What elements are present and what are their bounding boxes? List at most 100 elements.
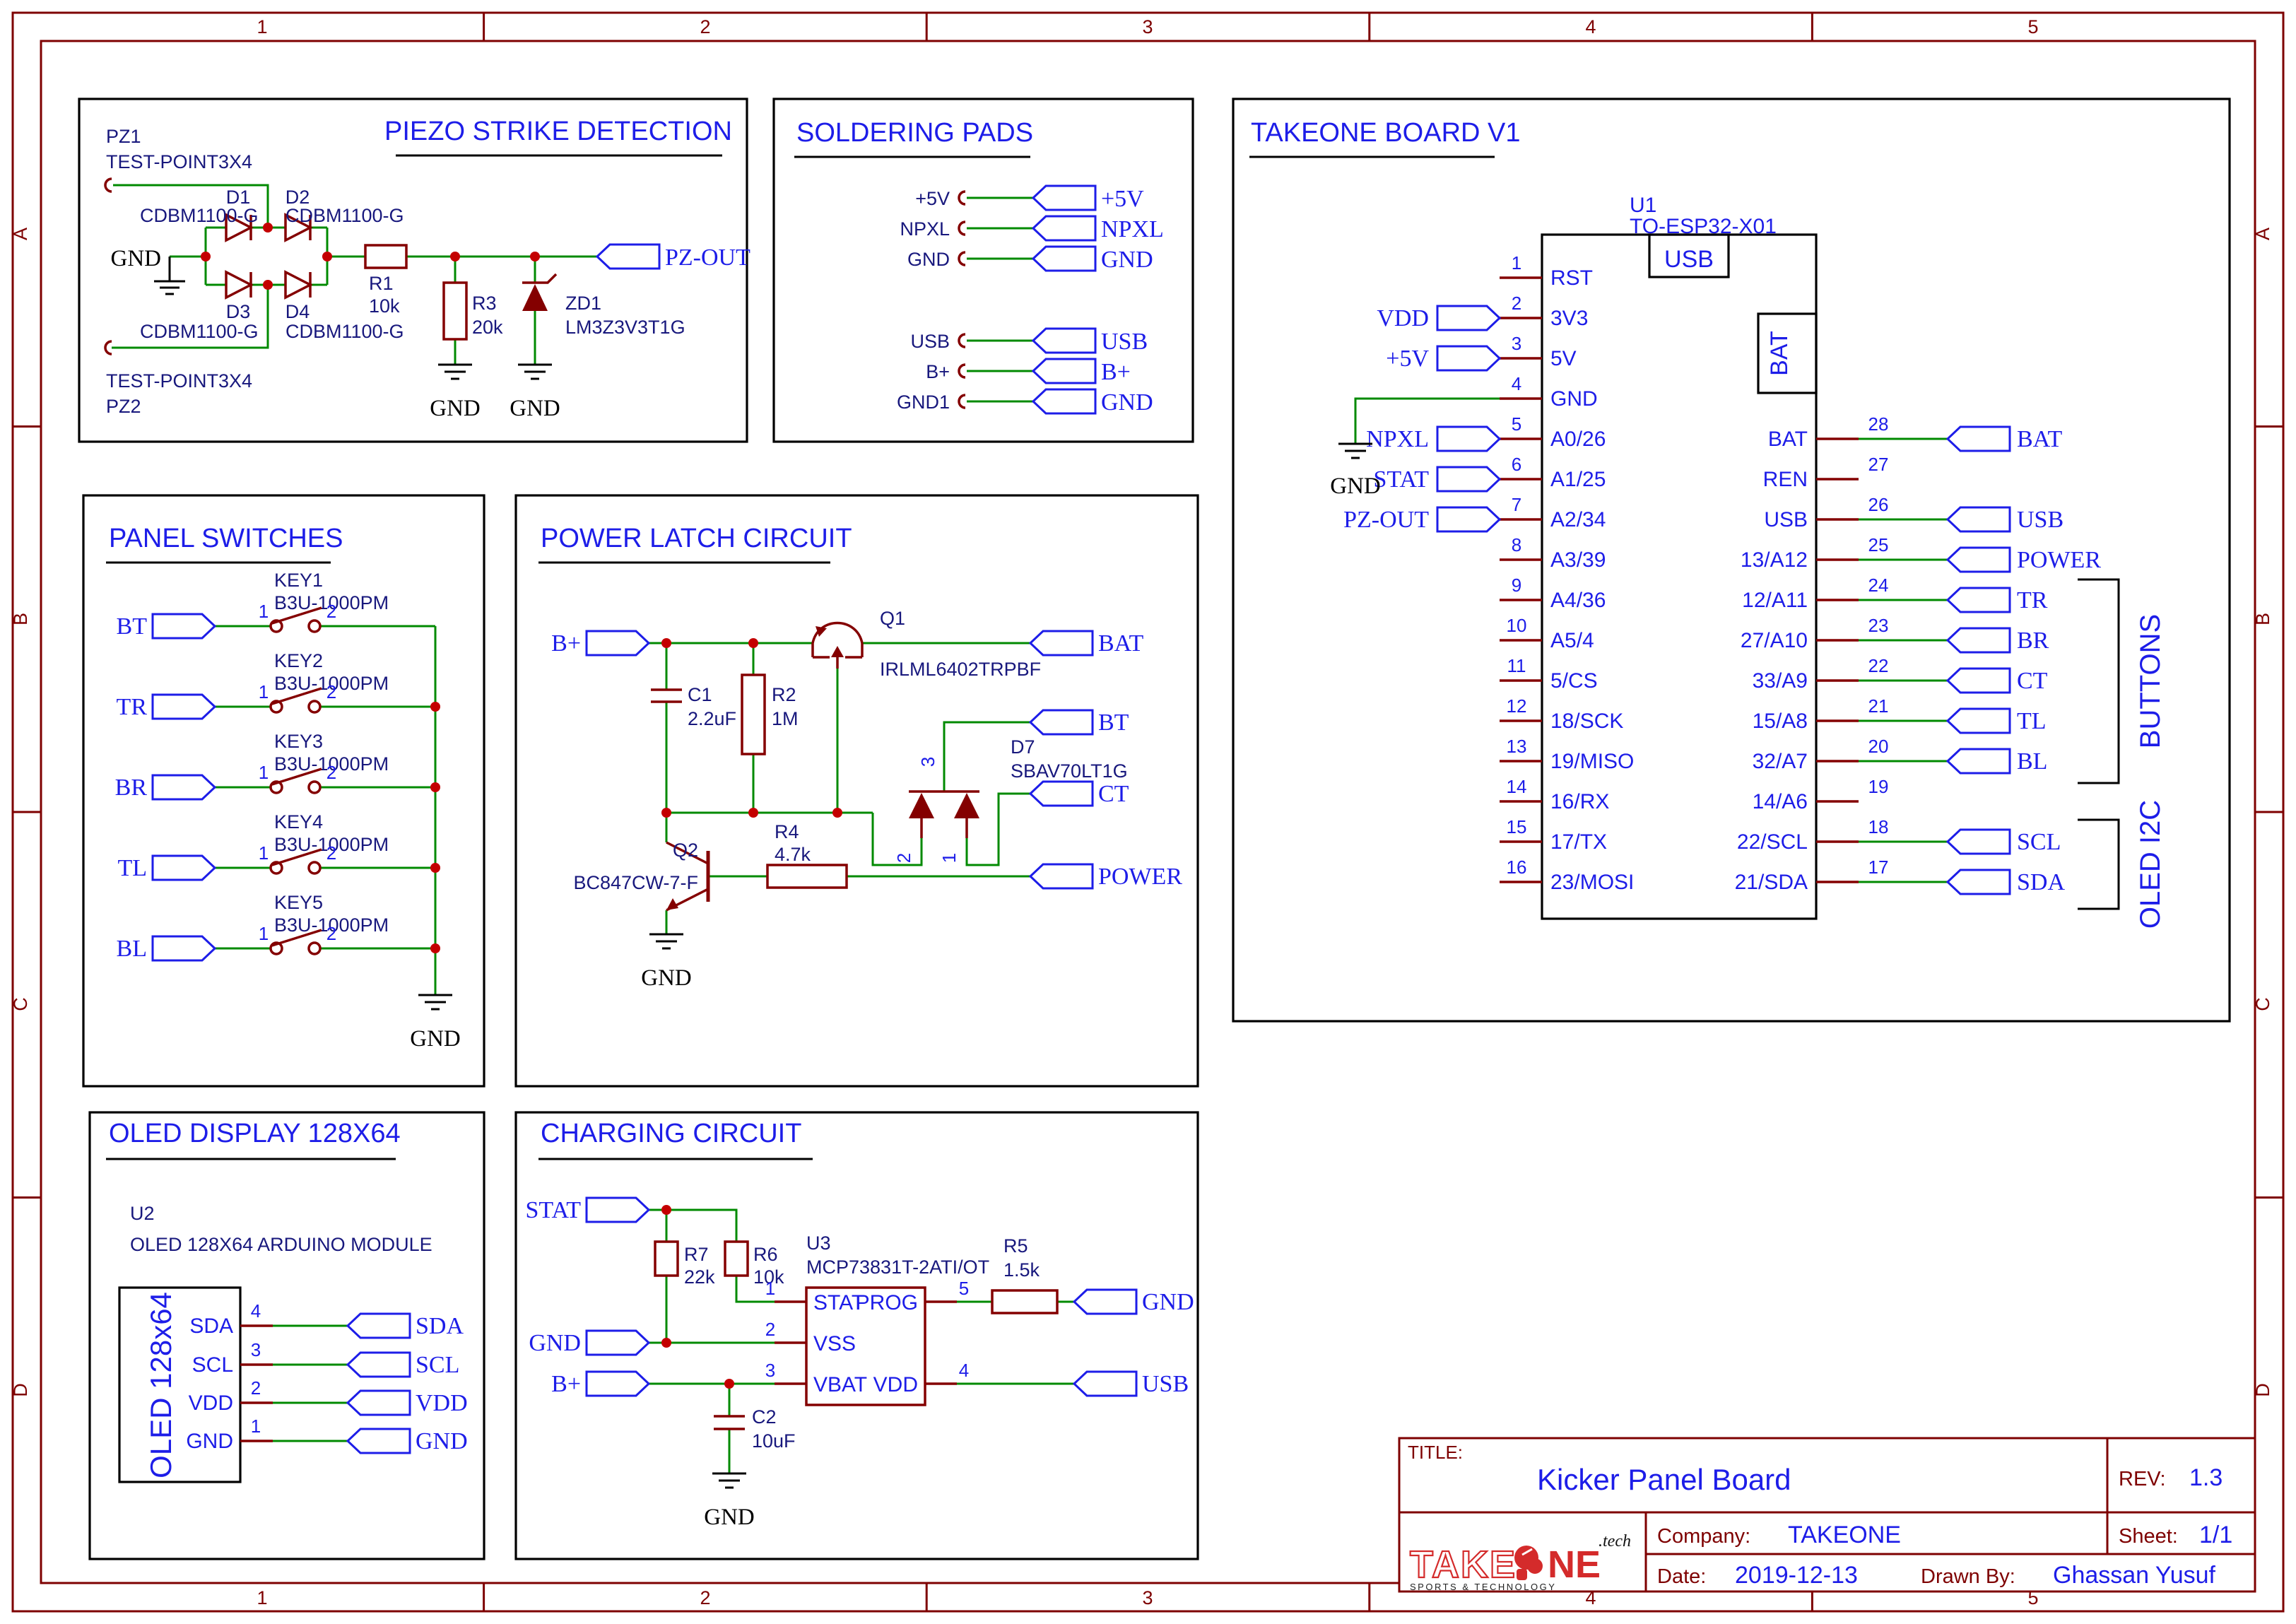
pad-pin-icon xyxy=(959,252,965,265)
u2-pin-name: GND xyxy=(186,1430,233,1453)
soldering-row-1: +5V +5V xyxy=(915,186,1144,212)
pad-pin-icon xyxy=(959,192,965,204)
gnd-flag-icon xyxy=(348,1429,410,1453)
u1-right-flags: BAT USB POWER TR BR CT TL BL SCL SDA xyxy=(1948,426,2101,895)
frame-row-right-b: B xyxy=(2252,613,2273,625)
latch-ct-flag-icon xyxy=(1030,782,1093,806)
logo-take-text: TAKE xyxy=(1410,1543,1517,1586)
switch-row-5: BL KEY5 B3U-1000PM 1 2 xyxy=(117,892,389,962)
u1-pin-number: 11 xyxy=(1507,655,1526,676)
date-label: Date: xyxy=(1657,1565,1706,1588)
u1-pin-number: 14 xyxy=(1507,776,1527,797)
latch-bat-flag-label: BAT xyxy=(1098,630,1143,657)
stat-flag-icon xyxy=(587,1198,649,1222)
u1-pin-number: 10 xyxy=(1507,615,1527,636)
pz1-ref: PZ1 xyxy=(106,126,141,147)
pz1-pin-icon xyxy=(105,179,112,192)
zd1-ref: ZD1 xyxy=(565,293,601,314)
br-flag-icon xyxy=(153,775,215,799)
q1-mosfet-icon xyxy=(813,623,862,669)
u1-pin-number: 24 xyxy=(1868,575,1889,596)
u1-pin-number: 27 xyxy=(1868,454,1889,475)
key1-ref: KEY1 xyxy=(274,570,323,591)
pad-pin-icon xyxy=(959,334,965,347)
u1-pin-number: 28 xyxy=(1868,413,1889,435)
tr-flag-icon xyxy=(153,695,215,719)
u1-left-pin-numbers: 1 2 3 4 5 6 7 8 9 10 11 12 13 14 15 16 xyxy=(1507,252,1527,878)
u1-right-pin-names: BAT REN USB 13/A12 12/A11 27/A10 33/A9 1… xyxy=(1735,428,1808,894)
u2-pin-name: SCL xyxy=(192,1353,233,1377)
u1-pin-name: A5/4 xyxy=(1550,629,1594,652)
pad-flag-icon xyxy=(1033,359,1095,383)
vdd-flag-icon xyxy=(348,1391,410,1415)
u1-pin-number: 23 xyxy=(1868,615,1889,636)
oled-flags: SDA SCL VDD GND xyxy=(348,1313,468,1454)
u1-pin-name: 32/A7 xyxy=(1753,750,1808,773)
title-value: Kicker Panel Board xyxy=(1537,1463,1791,1496)
schematic-sheet: 1 2 3 4 5 1 2 3 4 5 A B C D A B C D PIEZ… xyxy=(0,0,2296,1624)
key2-pin2: 2 xyxy=(326,681,336,702)
u1-pin-name: A2/34 xyxy=(1550,508,1606,531)
u1-pin-number: 13 xyxy=(1507,736,1527,757)
tr-flag-label: TR xyxy=(117,694,148,720)
u1-pin-name: A0/26 xyxy=(1550,428,1606,451)
u1-pin-name: RST xyxy=(1550,266,1593,290)
u1-pin-name: 16/RX xyxy=(1550,790,1609,813)
u2-pin-number: 4 xyxy=(251,1300,261,1322)
sda-flag-label: SDA xyxy=(2017,869,2065,895)
c1-ref: C1 xyxy=(688,684,712,705)
key2-ref: KEY2 xyxy=(274,650,323,671)
power-flag-icon xyxy=(1948,548,2010,572)
u1-pin-name: 21/SDA xyxy=(1735,871,1808,894)
latch-bat-flag-icon xyxy=(1030,631,1093,655)
switches-gnd-icon xyxy=(418,995,452,1009)
usb-flag-icon xyxy=(1948,507,2010,531)
br-flag-label: BR xyxy=(115,775,148,801)
pz2-ref: PZ2 xyxy=(106,396,141,417)
u1-usb-connector-label: USB xyxy=(1664,246,1714,273)
pad-pin-icon xyxy=(959,365,965,377)
u1-pin-name: 3V3 xyxy=(1550,307,1588,330)
pzout-flag-icon xyxy=(1437,507,1500,531)
pad-flag-label: USB xyxy=(1101,329,1148,355)
frame-col-bot-1: 1 xyxy=(257,1587,267,1608)
pad-flag-label: GND xyxy=(1101,247,1153,273)
scl-flag-icon xyxy=(348,1353,410,1377)
bl-flag-icon xyxy=(1948,749,2010,773)
u1-pin-name: 17/TX xyxy=(1550,830,1607,854)
latch-title: POWER LATCH CIRCUIT xyxy=(541,524,852,553)
rev-value: 1.3 xyxy=(2189,1464,2223,1491)
pz2-value: TEST-POINT3X4 xyxy=(106,370,252,392)
company-label: Company: xyxy=(1657,1525,1750,1548)
u3-ref: U3 xyxy=(806,1232,831,1254)
switch-row-1: BT KEY1 B3U-1000PM 1 2 xyxy=(117,570,389,640)
piezo-gnd-r3-icon xyxy=(438,365,472,379)
r4-resistor-icon xyxy=(767,865,847,888)
u1-bat-connector-label: BAT xyxy=(1766,331,1793,376)
logo-subtitle: SPORTS & TECHNOLOGY xyxy=(1410,1582,1556,1592)
latch-bt-flag-icon xyxy=(1030,710,1093,734)
logo-ne-text: NE xyxy=(1548,1543,1601,1586)
q1-value: IRLML6402TRPBF xyxy=(880,659,1041,680)
r6-resistor-icon xyxy=(725,1242,748,1276)
tr-flag-icon xyxy=(1948,588,2010,612)
scl-flag-icon xyxy=(1948,830,2010,854)
rev-label: REV: xyxy=(2119,1468,2166,1490)
tl-flag-label: TL xyxy=(117,855,147,881)
bl-flag-label: BL xyxy=(2017,748,2047,775)
buttons-bracket xyxy=(2078,579,2119,783)
pad-pin-label: B+ xyxy=(926,361,950,382)
soldering-row-2: NPXL NPXL xyxy=(900,216,1163,242)
u1-pin-number: 8 xyxy=(1512,534,1521,555)
vdd-flag-label: VDD xyxy=(1377,305,1429,331)
sda-flag-icon xyxy=(1948,870,2010,894)
zd1-triangle-icon xyxy=(522,284,548,311)
sda-flag-icon xyxy=(348,1314,410,1338)
d2-value: CDBM1100-G xyxy=(285,205,404,226)
u1-pin-name: 23/MOSI xyxy=(1550,871,1634,894)
r1-ref: R1 xyxy=(369,273,394,294)
r7-ref: R7 xyxy=(684,1244,709,1265)
r4-ref: R4 xyxy=(775,821,799,842)
pad-pin-label: +5V xyxy=(915,188,950,209)
u1-pin-name: BAT xyxy=(1768,428,1808,451)
